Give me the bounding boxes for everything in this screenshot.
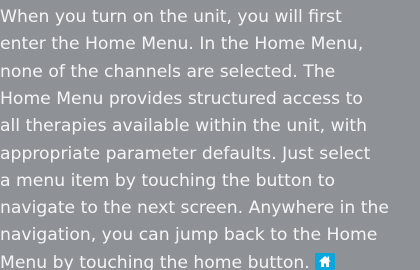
paragraph-line: navigation, you can jump back to the Hom… [0, 225, 378, 246]
home-button-icon [314, 252, 335, 270]
paragraph-line: Menu by touching the home button. [0, 252, 310, 270]
paragraph-line: navigate to the next screen. Anywhere in… [0, 198, 389, 219]
home-icon [318, 255, 331, 267]
paragraph-line: Home Menu provides structured access to [0, 88, 363, 109]
paragraph-line: a menu item by touching the button to [0, 170, 336, 191]
paragraph-line: appropriate parameter defaults. Just sel… [0, 143, 371, 164]
paragraph-last-line: Menu by touching the home button. [0, 250, 335, 270]
paragraph-line: all therapies available within the unit,… [0, 116, 368, 137]
paragraph-line: enter the Home Menu. In the Home Menu, [0, 34, 364, 55]
paragraph-line: none of the channels are selected. The [0, 61, 336, 82]
paragraph-line: When you turn on the unit, you will firs… [0, 7, 342, 27]
instruction-panel: When you turn on the unit, you will firs… [0, 0, 420, 270]
